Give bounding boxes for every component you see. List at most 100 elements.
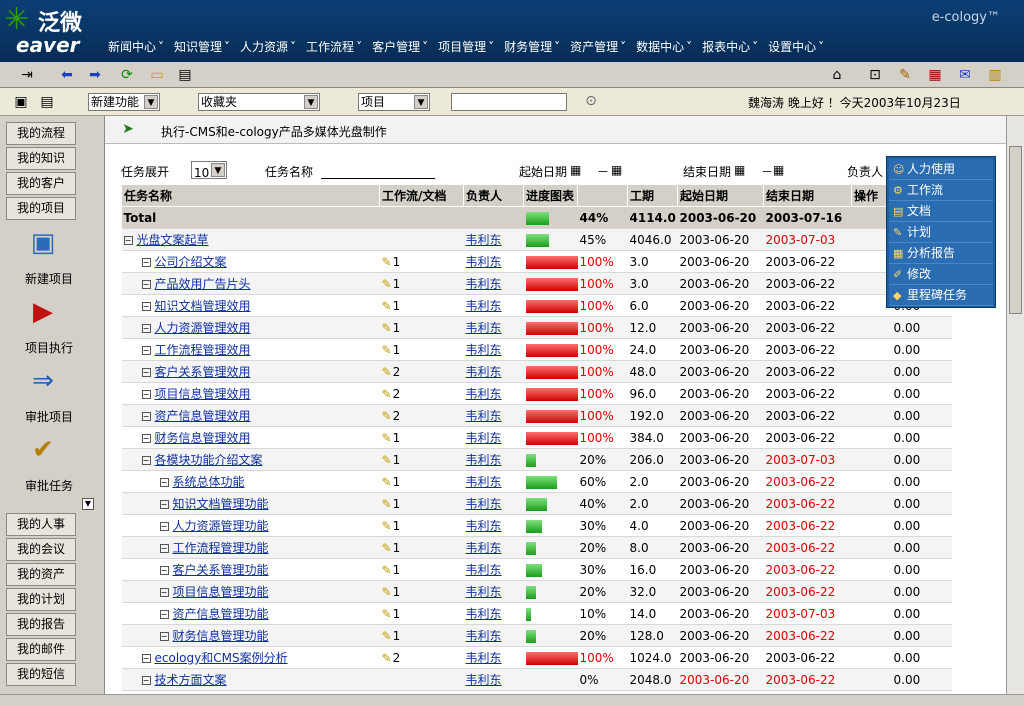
nav-item[interactable]: 客户管理 ˅ xyxy=(372,38,438,55)
collapse-toggle-icon[interactable]: − xyxy=(141,280,151,289)
collapse-toggle-icon[interactable]: − xyxy=(141,412,151,421)
search-doc-icon[interactable]: ⊡ xyxy=(866,66,884,84)
collapse-toggle-icon[interactable]: − xyxy=(159,544,169,553)
sidebar-icon-label[interactable]: 新建项目 xyxy=(14,270,84,287)
document-icon[interactable]: ✎ xyxy=(382,475,392,489)
document-icon[interactable]: ✎ xyxy=(382,519,392,533)
collapse-toggle-icon[interactable]: − xyxy=(141,434,151,443)
start-date-picker-icon[interactable]: ▦ xyxy=(570,163,581,177)
task-link[interactable]: 各模块功能介绍文案 xyxy=(155,453,263,467)
sidebar-button[interactable]: 我的客户 xyxy=(6,172,76,195)
document-icon[interactable]: ✎ xyxy=(382,629,392,643)
document-icon[interactable]: ✎ xyxy=(382,563,392,577)
sidebar-button[interactable]: 我的邮件 xyxy=(6,638,76,661)
owner-link[interactable]: 韦利东 xyxy=(466,629,502,643)
calendar-icon[interactable]: ▦ xyxy=(926,66,944,84)
project-execute-icon[interactable]: ▶ xyxy=(24,297,62,337)
forward-arrow-icon[interactable]: ➡ xyxy=(86,66,104,84)
task-link[interactable]: 资产信息管理功能 xyxy=(173,607,269,621)
collapse-toggle-icon[interactable]: − xyxy=(141,324,151,333)
collapse-toggle-icon[interactable]: − xyxy=(159,500,169,509)
search-input[interactable] xyxy=(451,93,567,111)
start-date-end-picker-icon[interactable]: ▦ xyxy=(611,163,622,177)
document-icon[interactable]: ✎ xyxy=(382,365,392,379)
sidebar-button[interactable]: 我的资产 xyxy=(6,563,76,586)
task-link[interactable]: 光盘文案起草 xyxy=(137,233,209,247)
grid-icon[interactable]: ▥ xyxy=(986,66,1004,84)
approve-task-icon[interactable]: ✔ xyxy=(24,435,62,475)
folder-icon[interactable]: ▭ xyxy=(148,66,166,84)
owner-link[interactable]: 韦利东 xyxy=(466,519,502,533)
task-link[interactable]: 人力资源管理效用 xyxy=(155,321,251,335)
owner-link[interactable]: 韦利东 xyxy=(466,541,502,555)
sidebar-icon-label[interactable]: 审批项目 xyxy=(14,408,84,425)
document-icon[interactable]: ✎ xyxy=(382,321,392,335)
collapse-toggle-icon[interactable]: − xyxy=(159,566,169,575)
task-link[interactable]: 财务信息管理功能 xyxy=(173,629,269,643)
collapse-toggle-icon[interactable]: − xyxy=(159,522,169,531)
menu-item[interactable]: ▤ 文档 xyxy=(889,201,993,222)
task-link[interactable]: 系统总体功能 xyxy=(173,475,245,489)
document-icon[interactable]: ✎ xyxy=(382,387,392,401)
task-link[interactable]: 项目信息管理效用 xyxy=(155,387,251,401)
task-link[interactable]: 知识文档管理效用 xyxy=(155,299,251,313)
document-icon[interactable]: ✎ xyxy=(382,651,392,665)
owner-link[interactable]: 韦利东 xyxy=(466,497,502,511)
sidebar-button[interactable]: 我的知识 xyxy=(6,147,76,170)
nav-item[interactable]: 报表中心 ˅ xyxy=(702,38,768,55)
collapse-toggle-icon[interactable]: − xyxy=(159,588,169,597)
document-icon[interactable]: ✎ xyxy=(382,255,392,269)
exit-icon[interactable]: ⇥ xyxy=(18,66,36,84)
refresh-icon[interactable]: ⟳ xyxy=(118,66,136,84)
task-link[interactable]: 产品效用广告片头 xyxy=(155,277,251,291)
nav-item[interactable]: 资产管理 ˅ xyxy=(570,38,636,55)
list-icon[interactable]: ▤ xyxy=(38,93,56,111)
mail-icon[interactable]: ✉ xyxy=(956,66,974,84)
document-icon[interactable]: ✎ xyxy=(382,585,392,599)
expand-level-select[interactable]: 10 ▼ xyxy=(191,161,227,180)
nav-item[interactable]: 数据中心 ˅ xyxy=(636,38,702,55)
task-link[interactable]: 客户关系管理效用 xyxy=(155,365,251,379)
sidebar-icon-label[interactable]: 审批任务 xyxy=(14,477,84,494)
collapse-toggle-icon[interactable]: − xyxy=(159,610,169,619)
owner-link[interactable]: 韦利东 xyxy=(466,563,502,577)
document-icon[interactable]: ✎ xyxy=(382,409,392,423)
owner-link[interactable]: 韦利东 xyxy=(466,387,502,401)
owner-link[interactable]: 韦利东 xyxy=(466,277,502,291)
sidebar-button[interactable]: 我的人事 xyxy=(6,513,76,536)
document-icon[interactable]: ✎ xyxy=(382,277,392,291)
owner-link[interactable]: 韦利东 xyxy=(466,431,502,445)
collapse-toggle-icon[interactable]: − xyxy=(141,368,151,377)
home-icon[interactable]: ⌂ xyxy=(828,66,846,84)
nav-item[interactable]: 知识管理 ˅ xyxy=(174,38,240,55)
owner-link[interactable]: 韦利东 xyxy=(466,365,502,379)
owner-link[interactable]: 韦利东 xyxy=(466,453,502,467)
collapse-toggle-icon[interactable]: − xyxy=(141,258,151,267)
collapse-toggle-icon[interactable]: − xyxy=(141,346,151,355)
task-link[interactable]: ecology和CMS案例分析 xyxy=(155,651,288,665)
collapse-toggle-icon[interactable]: − xyxy=(159,478,169,487)
collapse-toggle-icon[interactable]: − xyxy=(141,654,151,663)
layout-icon[interactable]: ▣ xyxy=(12,93,30,111)
collapse-toggle-icon[interactable]: − xyxy=(141,456,151,465)
document-icon[interactable]: ✎ xyxy=(382,299,392,313)
task-link[interactable]: 知识文档管理功能 xyxy=(173,497,269,511)
task-link[interactable]: 项目信息管理功能 xyxy=(173,585,269,599)
document-icon[interactable]: ✎ xyxy=(382,343,392,357)
owner-link[interactable]: 韦利东 xyxy=(466,651,502,665)
sidebar-button[interactable]: 我的计划 xyxy=(6,588,76,611)
menu-item[interactable]: ☺ 人力使用 xyxy=(889,159,993,180)
collapse-toggle-icon[interactable]: − xyxy=(141,390,151,399)
document-icon[interactable]: ✎ xyxy=(382,497,392,511)
nav-item[interactable]: 设置中心 ˅ xyxy=(768,38,834,55)
document-icon[interactable]: ✎ xyxy=(382,607,392,621)
collapse-toggle-icon[interactable]: − xyxy=(123,236,133,245)
sidebar-button[interactable]: 我的短信 xyxy=(6,663,76,686)
owner-link[interactable]: 韦利东 xyxy=(466,585,502,599)
task-link[interactable]: 公司介绍文案 xyxy=(155,255,227,269)
menu-item[interactable]: ✎ 计划 xyxy=(889,222,993,243)
task-link[interactable]: 工作流程管理效用 xyxy=(155,343,251,357)
owner-link[interactable]: 韦利东 xyxy=(466,343,502,357)
sidebar-button[interactable]: 我的会议 xyxy=(6,538,76,561)
go-icon[interactable]: ⊙ xyxy=(582,92,600,110)
